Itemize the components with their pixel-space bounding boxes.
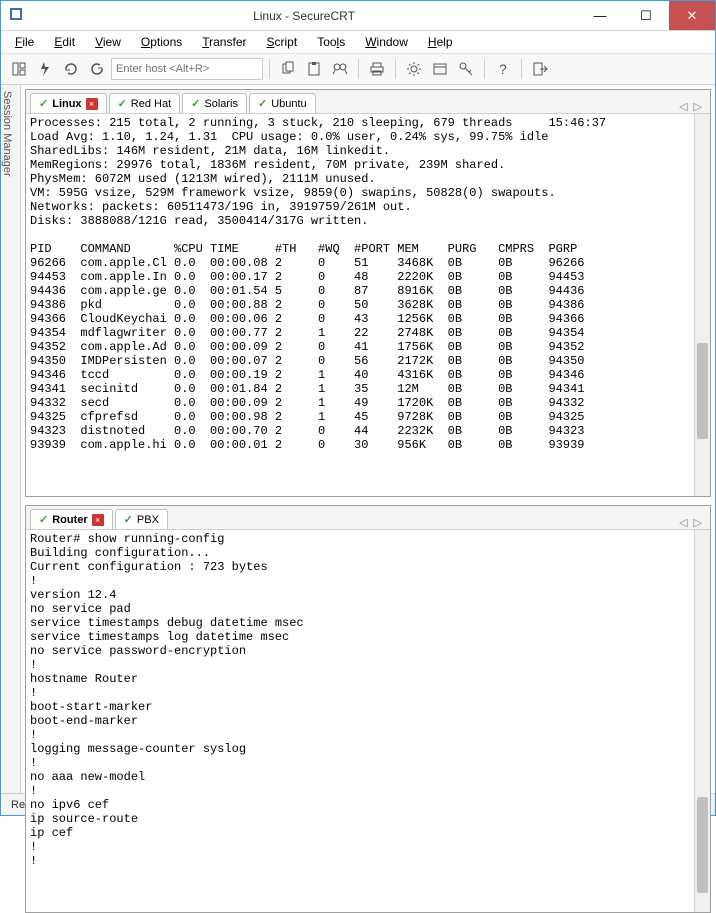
tab-scroll-right-icon[interactable]: ▷ <box>694 100 702 113</box>
find-icon[interactable] <box>328 57 352 81</box>
copy-icon[interactable] <box>276 57 300 81</box>
toolbar: ? <box>1 53 715 85</box>
host-input[interactable] <box>111 58 263 80</box>
svg-text:?: ? <box>499 61 507 77</box>
tab-pbx[interactable]: ✓ PBX <box>115 509 168 529</box>
window-title: Linux - SecureCRT <box>31 9 577 23</box>
tab-router[interactable]: ✓ Router × <box>30 509 113 529</box>
app-icon <box>1 6 31 25</box>
menu-window[interactable]: Window <box>357 33 416 51</box>
separator <box>358 59 359 79</box>
tab-label: PBX <box>137 514 159 526</box>
menu-tools[interactable]: Tools <box>309 33 353 51</box>
tab-scroll-left-icon[interactable]: ◁ <box>679 100 687 113</box>
maximize-button[interactable]: ☐ <box>623 1 669 30</box>
tab-scroll-right-icon[interactable]: ▷ <box>694 516 702 529</box>
paste-icon[interactable] <box>302 57 326 81</box>
tab-label: Red Hat <box>131 98 171 110</box>
separator <box>521 59 522 79</box>
check-icon: ✓ <box>191 97 200 110</box>
top-panel: ✓ Linux × ✓ Red Hat ✓ Solaris ✓ Ubuntu ◁ ▷ Pro… <box>25 89 711 497</box>
settings-icon[interactable] <box>402 57 426 81</box>
tab-ubuntu[interactable]: ✓ Ubuntu <box>249 93 316 113</box>
tab-solaris[interactable]: ✓ Solaris <box>182 93 247 113</box>
exit-icon[interactable] <box>528 57 552 81</box>
new-session-icon[interactable] <box>428 57 452 81</box>
top-tabbar: ✓ Linux × ✓ Red Hat ✓ Solaris ✓ Ubuntu ◁ ▷ <box>26 90 710 114</box>
menu-view[interactable]: View <box>87 33 129 51</box>
reconnect-icon[interactable] <box>59 57 83 81</box>
titlebar: Linux - SecureCRT — ☐ ✕ <box>1 1 715 31</box>
help-icon[interactable]: ? <box>491 57 515 81</box>
tab-linux[interactable]: ✓ Linux × <box>30 93 107 113</box>
check-icon: ✓ <box>39 513 48 526</box>
bottom-panel: ✓ Router × ✓ PBX ◁ ▷ Router# show running-co… <box>25 505 711 913</box>
terminal-top[interactable]: Processes: 215 total, 2 running, 3 stuck… <box>26 114 710 496</box>
close-button[interactable]: ✕ <box>669 1 715 30</box>
tab-scroll-left-icon[interactable]: ◁ <box>679 516 687 529</box>
menu-options[interactable]: Options <box>133 33 190 51</box>
disconnect-icon[interactable] <box>85 57 109 81</box>
menu-transfer[interactable]: Transfer <box>194 33 254 51</box>
terminal-bottom[interactable]: Router# show running-config Building con… <box>26 530 710 912</box>
tab-redhat[interactable]: ✓ Red Hat <box>109 93 181 113</box>
print-icon[interactable] <box>365 57 389 81</box>
bottom-tabbar: ✓ Router × ✓ PBX ◁ ▷ <box>26 506 710 530</box>
tab-label: Solaris <box>204 98 238 110</box>
close-icon[interactable]: × <box>86 98 98 110</box>
tab-label: Linux <box>52 98 81 110</box>
check-icon: ✓ <box>118 97 127 110</box>
check-icon: ✓ <box>124 513 133 526</box>
tab-label: Router <box>52 514 87 526</box>
close-icon[interactable]: × <box>92 514 104 526</box>
menu-script[interactable]: Script <box>259 33 306 51</box>
separator <box>395 59 396 79</box>
check-icon: ✓ <box>39 97 48 110</box>
separator <box>269 59 270 79</box>
quick-connect-icon[interactable] <box>33 57 57 81</box>
scrollbar[interactable] <box>694 530 710 912</box>
menubar: File Edit View Options Transfer Script T… <box>1 31 715 53</box>
menu-file[interactable]: File <box>7 33 42 51</box>
menu-help[interactable]: Help <box>420 33 461 51</box>
session-manager-icon[interactable] <box>7 57 31 81</box>
session-manager-tab[interactable]: Session Manager <box>1 85 21 793</box>
tab-label: Ubuntu <box>271 98 306 110</box>
separator <box>484 59 485 79</box>
check-icon: ✓ <box>258 97 267 110</box>
scrollbar[interactable] <box>694 114 710 496</box>
menu-edit[interactable]: Edit <box>46 33 83 51</box>
key-icon[interactable] <box>454 57 478 81</box>
minimize-button[interactable]: — <box>577 1 623 30</box>
